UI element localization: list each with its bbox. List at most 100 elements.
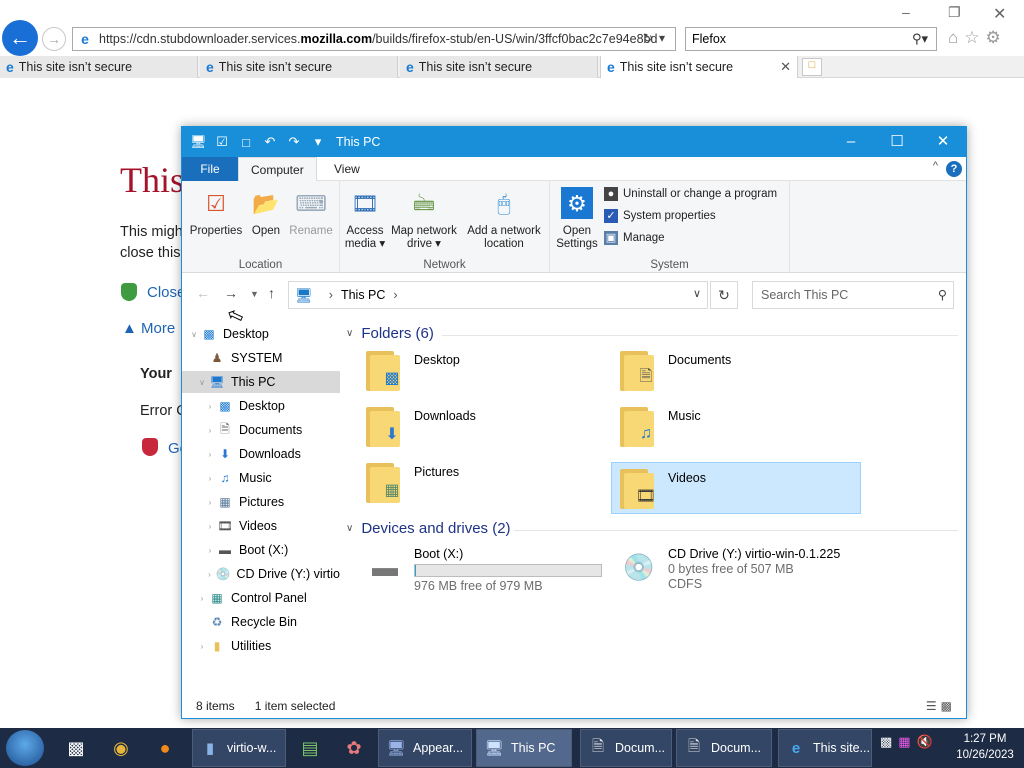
recent-locations-icon[interactable]: ▼	[250, 289, 259, 299]
expand-icon[interactable]: ›	[204, 498, 216, 507]
taskbar-button[interactable]: e This site...	[778, 729, 872, 767]
minimize-icon[interactable]: –	[902, 4, 910, 20]
volume-muted-icon[interactable]: 🔇	[917, 734, 933, 750]
more-info-link[interactable]: ▲ More	[122, 320, 175, 337]
devices-group-header[interactable]: ∨ Devices and drives (2)	[346, 520, 511, 537]
qat-dropdown-icon[interactable]: ▾	[310, 134, 326, 150]
breadcrumb-this-pc[interactable]: This PC	[341, 288, 385, 302]
rename-button[interactable]: ⌨ Rename	[286, 187, 336, 238]
taskbar-button[interactable]: ▮ virtio-w...	[192, 729, 286, 767]
nav-forward-icon[interactable]: →	[224, 285, 238, 301]
paint-icon[interactable]: ✿	[334, 730, 374, 766]
nav-item-cd-drive[interactable]: › 💿 CD Drive (Y:) virtio	[182, 563, 340, 585]
nav-item-videos[interactable]: › 🎞 Videos	[182, 515, 340, 537]
uninstall-program-button[interactable]: ● Uninstall or change a program	[604, 187, 777, 201]
browser-tab[interactable]: e This site isn’t secure	[200, 56, 398, 78]
explorer-maximize-icon[interactable]: ☐	[874, 127, 920, 157]
browser-search-input[interactable]: Flefox ⚲▾	[685, 27, 937, 51]
folder-tile-pictures[interactable]: ▦ Pictures	[358, 457, 608, 509]
back-button[interactable]: ←	[2, 20, 38, 56]
taskbar-button[interactable]: 🗎 Docum...	[676, 729, 772, 767]
collapse-icon[interactable]: ∨	[196, 378, 208, 387]
breadcrumb-separator-icon[interactable]: ›	[329, 288, 333, 302]
address-dropdown-icon[interactable]: ∨	[693, 287, 701, 300]
open-button[interactable]: 📂 Open	[246, 187, 286, 238]
manage-button[interactable]: ▣ Manage	[604, 231, 665, 245]
folder-tile-downloads[interactable]: ⬇ Downloads	[358, 401, 608, 453]
drive-tile-cd[interactable]: 💿 CD Drive (Y:) virtio-win-0.1.225 0 byt…	[616, 547, 840, 592]
nav-back-icon[interactable]: ←	[196, 285, 210, 301]
clock[interactable]: 1:27 PM 10/26/2023	[950, 731, 1020, 763]
chrome-icon[interactable]: ◉	[101, 730, 141, 766]
nav-item-recycle-bin[interactable]: ♻ Recycle Bin	[182, 611, 340, 633]
nav-item-pictures[interactable]: › ▦ Pictures	[182, 491, 340, 513]
start-button[interactable]	[6, 730, 44, 766]
network-tray-icon[interactable]: ▩	[880, 734, 892, 750]
folder-tile-music[interactable]: ♫ Music	[612, 401, 862, 453]
redo-icon[interactable]: ↷	[286, 134, 302, 150]
folder-tile-documents[interactable]: 🗎 Documents	[612, 345, 862, 397]
nav-item-utilities[interactable]: › ▮ Utilities	[182, 635, 340, 657]
expand-icon[interactable]: ›	[204, 522, 216, 531]
folder-tile-desktop[interactable]: ▩ Desktop	[358, 345, 608, 397]
refresh-button[interactable]: ↻	[710, 281, 738, 309]
breadcrumb-separator-icon[interactable]: ›	[393, 288, 397, 302]
access-media-button[interactable]: 🎞 Access media ▾	[344, 187, 386, 251]
drive-tile-boot[interactable]: ▬ Boot (X:) 976 MB free of 979 MB	[362, 547, 602, 594]
add-network-location-button[interactable]: 🖱 Add a network location	[462, 187, 546, 251]
browser-tab-active[interactable]: e This site isn’t secure ✕	[600, 56, 798, 78]
taskbar-button[interactable]: 🗎 Docum...	[580, 729, 672, 767]
expand-icon[interactable]: ›	[204, 426, 216, 435]
color-tray-icon[interactable]: ▦	[898, 734, 910, 750]
nav-item-this-pc[interactable]: ∨ 🖥 This PC	[182, 371, 340, 393]
expand-icon[interactable]: ›	[204, 450, 216, 459]
view-toggle-icons[interactable]: ☰▩	[926, 699, 956, 713]
ribbon-collapse-icon[interactable]: ^	[933, 160, 938, 172]
close-icon[interactable]: ✕	[993, 4, 1006, 24]
folders-group-header[interactable]: ∨ Folders (6)	[346, 325, 434, 342]
cmd-icon[interactable]: ▩	[56, 730, 96, 766]
notepad-icon[interactable]: ▤	[290, 730, 330, 766]
collapse-icon[interactable]: ∨	[188, 330, 200, 339]
expand-icon[interactable]: ›	[196, 594, 208, 603]
taskbar-button[interactable]: 🖥 This PC	[476, 729, 572, 767]
forward-button[interactable]: →	[42, 27, 66, 51]
explorer-minimize-icon[interactable]: –	[828, 127, 874, 157]
expand-icon[interactable]: ›	[196, 642, 208, 651]
up-level-icon[interactable]: ↑	[268, 285, 275, 301]
nav-item-downloads[interactable]: › ⬇ Downloads	[182, 443, 340, 465]
tab-view[interactable]: View	[322, 157, 372, 181]
nav-item-control-panel[interactable]: › ▦ Control Panel	[182, 587, 340, 609]
new-tab-button[interactable]: □	[802, 58, 822, 76]
breadcrumb[interactable]: 🖥 › This PC › ∨	[288, 281, 708, 309]
tab-file[interactable]: File	[182, 157, 238, 181]
search-icon[interactable]: ⚲▾	[912, 31, 928, 47]
refresh-dropdown-icon[interactable]: ↻▾	[643, 31, 671, 45]
explorer-close-icon[interactable]: ✕	[920, 127, 966, 157]
open-settings-button[interactable]: ⚙ Open Settings	[556, 187, 598, 251]
firefox-icon[interactable]: ●	[145, 730, 185, 766]
collapse-group-icon[interactable]: ∨	[346, 523, 353, 534]
expand-icon[interactable]: ›	[204, 474, 216, 483]
nav-item-desktop[interactable]: › ▩ Desktop	[182, 395, 340, 417]
collapse-group-icon[interactable]: ∨	[346, 328, 353, 339]
system-properties-button[interactable]: ✓ System properties	[604, 209, 716, 223]
taskbar-button[interactable]: 🖥 Appear...	[378, 729, 472, 767]
address-bar[interactable]: e https://cdn.stubdownloader.services. mo…	[72, 27, 676, 51]
browser-tab[interactable]: e This site isn’t secure	[0, 56, 198, 78]
undo-icon[interactable]: ↶	[262, 134, 278, 150]
restore-icon[interactable]: ❐	[948, 4, 961, 21]
map-network-drive-button[interactable]: 🖮 Map network drive ▾	[388, 187, 460, 251]
browser-tab[interactable]: e This site isn’t secure	[400, 56, 598, 78]
help-icon[interactable]: ?	[946, 161, 962, 177]
browser-tools-icons[interactable]: ⌂☆⚙	[948, 28, 1007, 48]
nav-item-desktop-root[interactable]: ∨ ▩ Desktop	[182, 323, 340, 345]
nav-item-system[interactable]: ♟ SYSTEM	[182, 347, 340, 369]
close-link[interactable]: Close	[147, 284, 185, 301]
expand-icon[interactable]: ›	[204, 402, 216, 411]
nav-item-boot-drive[interactable]: › ▬ Boot (X:)	[182, 539, 340, 561]
properties-button[interactable]: ☑ Properties	[188, 187, 244, 238]
expand-icon[interactable]: ›	[204, 570, 215, 579]
expand-icon[interactable]: ›	[204, 546, 216, 555]
explorer-search-input[interactable]: Search This PC ⚲	[752, 281, 954, 309]
